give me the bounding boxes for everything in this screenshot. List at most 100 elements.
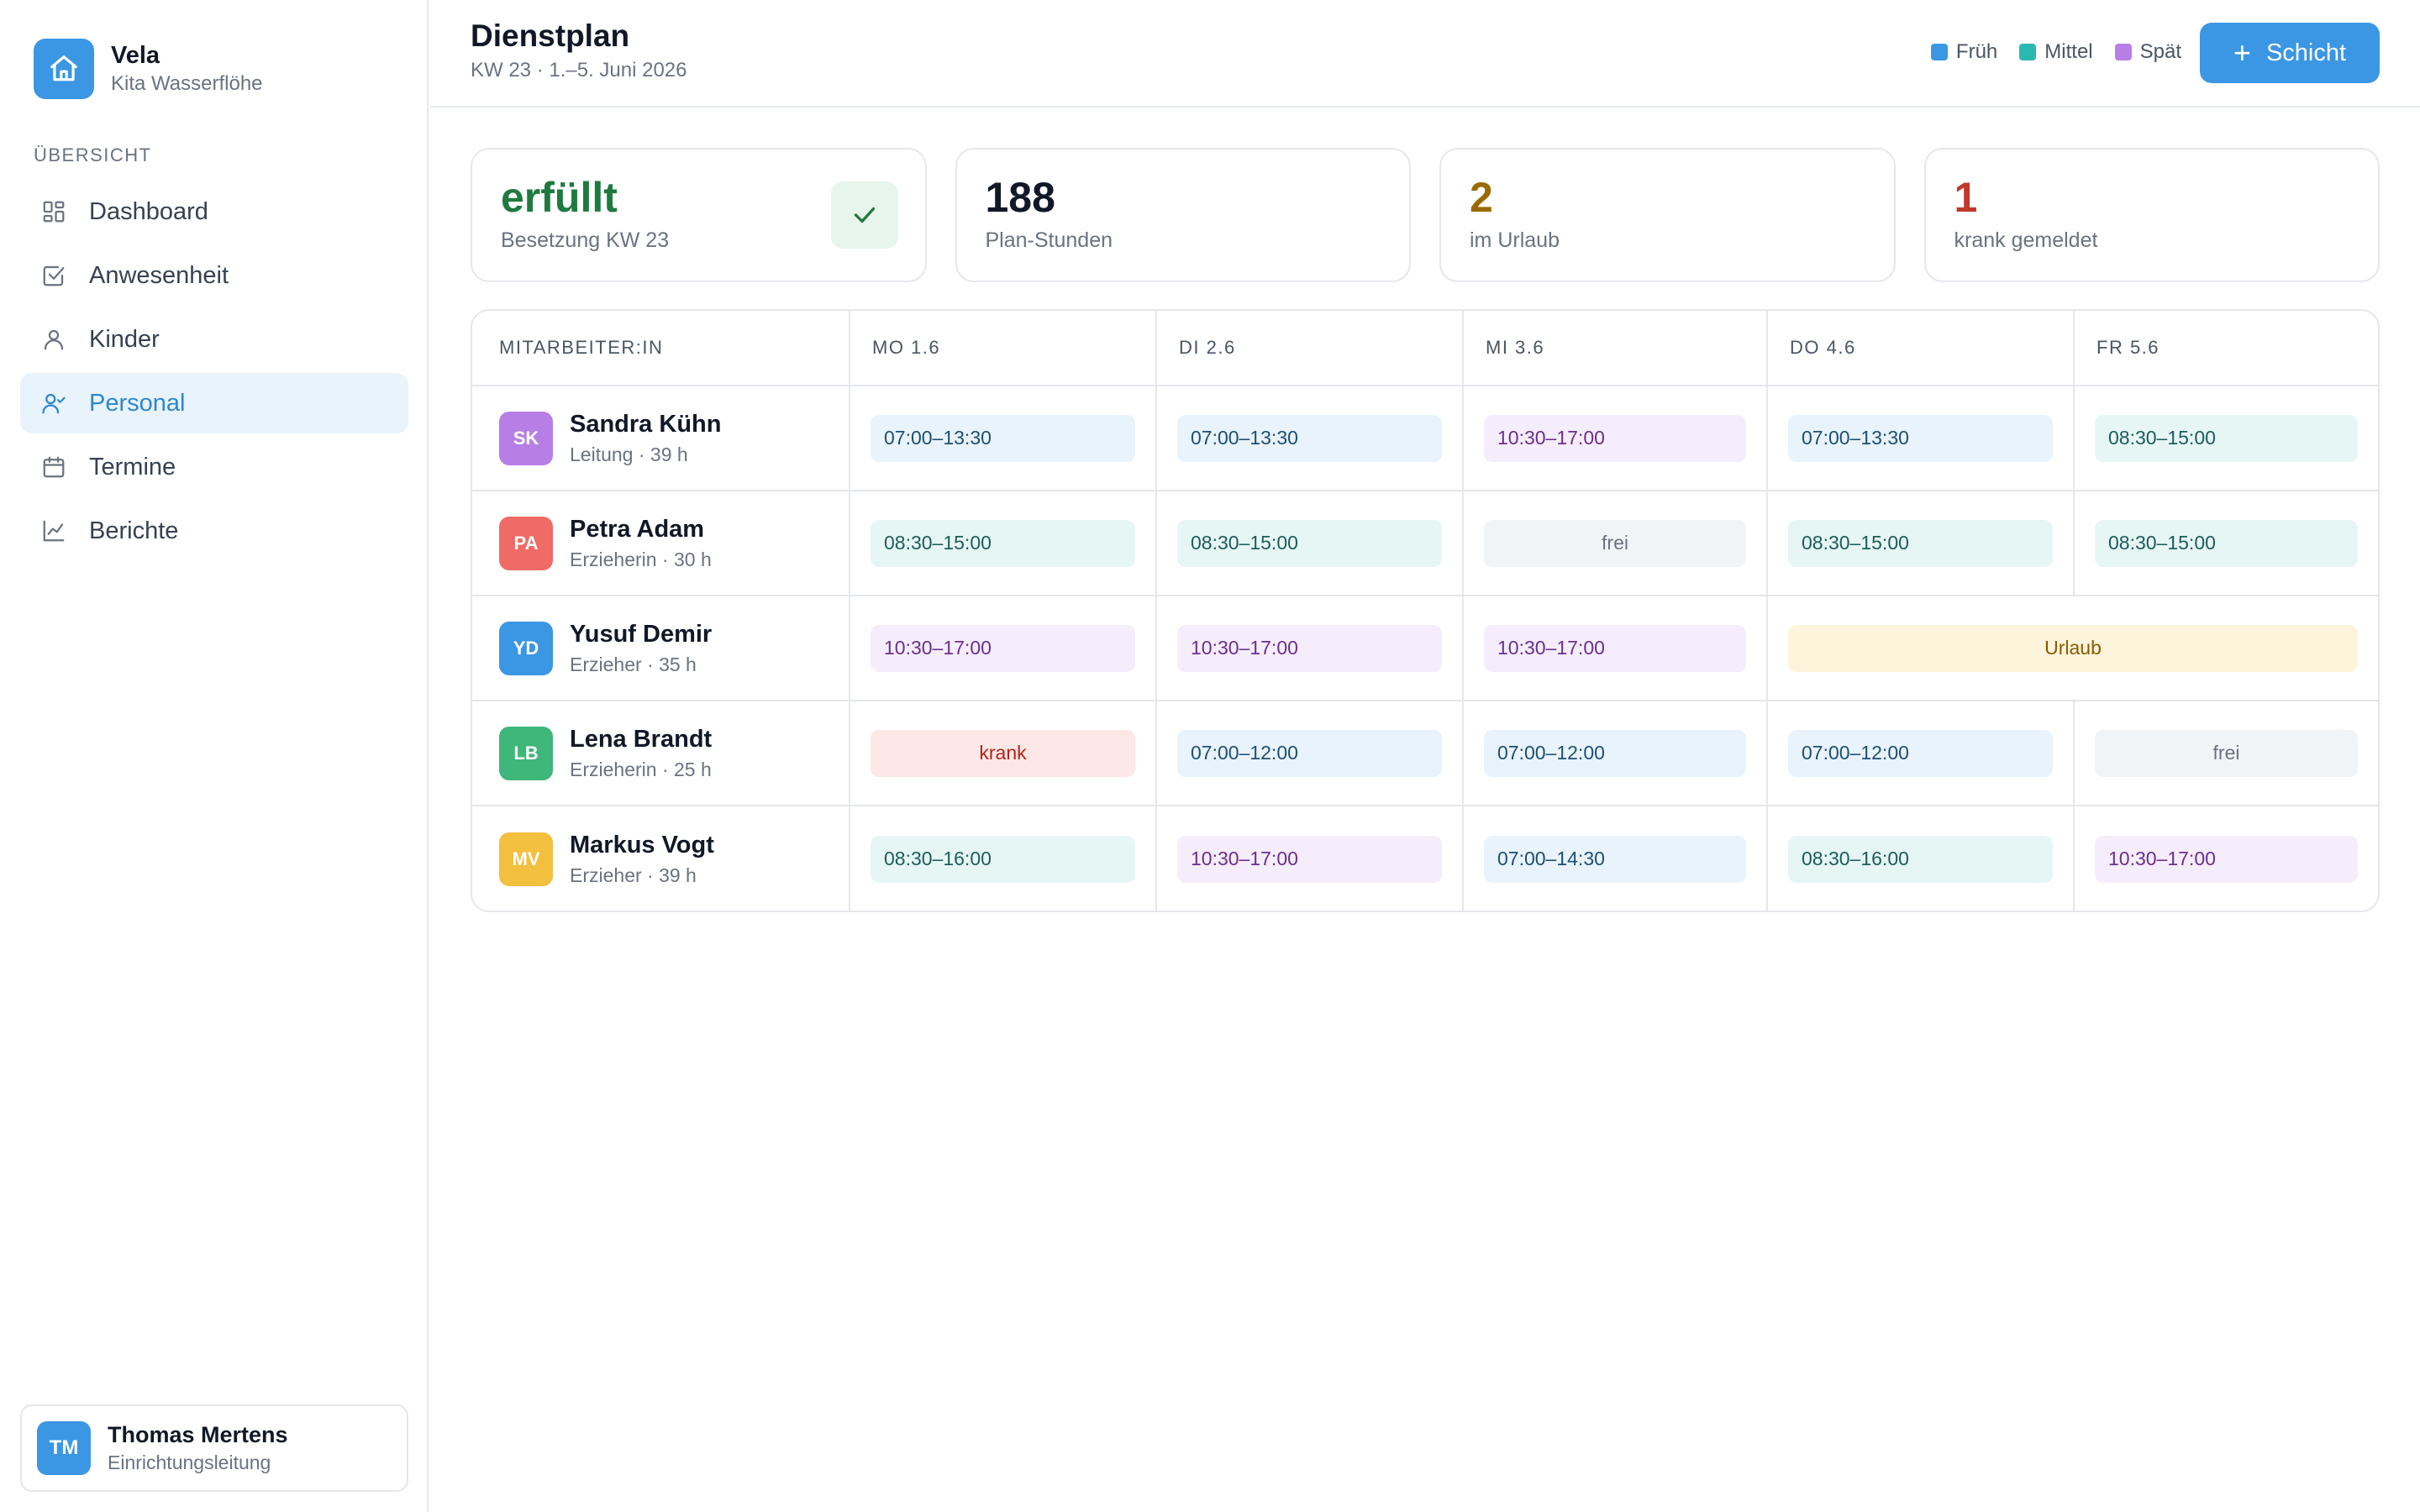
add-shift-button[interactable]: + Schicht [2200, 23, 2380, 83]
sidebar-item-label: Termine [89, 453, 176, 480]
legend-item-mittel: Mittel [2019, 40, 2093, 64]
user-name: Thomas Mertens [108, 1422, 288, 1447]
sidebar-item-berichte[interactable]: Berichte [20, 501, 408, 561]
nav-section-label: ÜBERSICHT [34, 144, 152, 165]
shift-pill[interactable]: 08:30–15:00 [2095, 414, 2358, 462]
shift-pill[interactable]: 10:30–17:00 [1484, 624, 1746, 672]
employee-name: Petra Adam [570, 515, 705, 543]
employee-name: Yusuf Demir [570, 620, 713, 648]
sidebar-item-kinder[interactable]: Kinder [20, 309, 408, 370]
vacation-pill[interactable]: Urlaub [1788, 624, 2358, 672]
user-role: Einrichtungsleitung [108, 1452, 271, 1473]
column-header: FR 5.6 [2096, 337, 2160, 358]
page-title: Dienstplan [471, 18, 630, 53]
legend-item-spat: Spät [2114, 40, 2181, 64]
legend-swatch [2114, 44, 2132, 60]
sidebar-item-label: Anwesenheit [89, 261, 229, 289]
shift-pill[interactable]: 08:30–15:00 [2095, 519, 2358, 567]
table-header-row: MITARBEITER:IN MO 1.6 DI 2.6 MI 3.6 DO 4… [472, 311, 2378, 386]
shift-pill[interactable]: 08:30–16:00 [871, 835, 1135, 883]
shift-pill[interactable]: 10:30–17:00 [2095, 835, 2358, 883]
employee-meta: Erzieher · 35 h [570, 653, 697, 675]
legend-item-fruh: Früh [1930, 40, 1997, 64]
sidebar-item-termine[interactable]: Termine [20, 437, 408, 497]
sidebar-item-personal[interactable]: Personal [20, 373, 408, 433]
page-subtitle: KW 23 · 1.–5. Juni 2026 [471, 59, 687, 81]
employee-cell[interactable]: PA Petra Adam Erzieherin · 30 h [472, 491, 850, 595]
brand-name: Vela [111, 42, 160, 69]
shift-pill[interactable]: frei [1484, 519, 1746, 567]
legend-label: Spät [2139, 40, 2181, 63]
shift-pill[interactable]: 10:30–17:00 [1177, 624, 1442, 672]
employee-cell[interactable]: SK Sandra Kühn Leitung · 39 h [472, 386, 850, 490]
avatar: TM [37, 1421, 91, 1475]
home-icon [34, 39, 94, 99]
sidebar-item-label: Berichte [89, 517, 179, 544]
kpi-label: Plan-Stunden [985, 228, 1113, 252]
schedule-table: MITARBEITER:IN MO 1.6 DI 2.6 MI 3.6 DO 4… [471, 309, 2380, 912]
calendar-icon [40, 454, 67, 480]
shift-cell: 08:30–15:00 [2075, 491, 2378, 595]
add-shift-label: Schicht [2265, 39, 2347, 66]
shift-cell: 07:00–12:00 [1464, 701, 1768, 805]
employee-cell[interactable]: LB Lena Brandt Erzieherin · 25 h [472, 701, 850, 805]
shift-pill[interactable]: 08:30–15:00 [871, 519, 1135, 567]
shift-pill[interactable]: 10:30–17:00 [1177, 835, 1442, 883]
shift-pill[interactable]: 07:00–14:30 [1484, 835, 1746, 883]
user-card[interactable]: TM Thomas Mertens Einrichtungsleitung [20, 1404, 408, 1492]
shift-cell: 08:30–15:00 [1768, 491, 2075, 595]
check-icon [830, 181, 898, 249]
shift-cell: 10:30–17:00 [1157, 596, 1464, 700]
plus-icon: + [2233, 35, 2251, 70]
kpi-value: 1 [1954, 174, 1978, 221]
sidebar-nav: Dashboard Anwesenheit Kinder Personal Te… [20, 181, 408, 564]
shift-cell: 07:00–13:30 [850, 386, 1157, 490]
shift-pill[interactable]: 07:00–12:00 [1177, 729, 1442, 777]
avatar: MV [499, 832, 553, 886]
kpi-card-besetzung: erfüllt Besetzung KW 23 [471, 148, 927, 282]
kpi-card-krank: 1 krank gemeldet [1923, 148, 2380, 282]
avatar: PA [499, 516, 553, 570]
shift-cell: 07:00–12:00 [1157, 701, 1464, 805]
table-row: YD Yusuf Demir Erzieher · 35 h 10:30–17:… [472, 596, 2378, 701]
table-row: MV Markus Vogt Erzieher · 39 h 08:30–16:… [472, 806, 2378, 911]
shift-pill[interactable]: 08:30–15:00 [1788, 519, 2053, 567]
shift-pill[interactable]: 07:00–13:30 [1177, 414, 1442, 462]
sidebar-item-label: Personal [89, 389, 186, 417]
shift-pill[interactable]: 07:00–12:00 [1788, 729, 2053, 777]
sidebar-item-label: Kinder [89, 325, 160, 353]
legend-label: Mittel [2044, 40, 2093, 63]
employee-cell[interactable]: YD Yusuf Demir Erzieher · 35 h [472, 596, 850, 700]
shift-pill[interactable]: 07:00–13:30 [1788, 414, 2053, 462]
table-row: SK Sandra Kühn Leitung · 39 h 07:00–13:3… [472, 386, 2378, 491]
avatar: YD [499, 621, 553, 675]
sidebar-item-anwesenheit[interactable]: Anwesenheit [20, 245, 408, 306]
shift-cell: 07:00–14:30 [1464, 806, 1768, 911]
legend-swatch [1930, 44, 1948, 60]
employee-cell[interactable]: MV Markus Vogt Erzieher · 39 h [472, 806, 850, 911]
shift-cell: 07:00–13:30 [1768, 386, 2075, 490]
shift-cell: Urlaub [1768, 596, 2378, 700]
checkbox-icon [40, 262, 67, 289]
brand[interactable]: Vela Kita Wasserflöhe [34, 39, 263, 99]
shift-pill[interactable]: 08:30–16:00 [1788, 835, 2053, 883]
column-header: DI 2.6 [1157, 311, 1464, 385]
shift-pill[interactable]: 07:00–12:00 [1484, 729, 1746, 777]
shift-cell: 10:30–17:00 [1464, 596, 1768, 700]
kpi-label: im Urlaub [1470, 228, 1560, 252]
kpi-value: 2 [1470, 174, 1493, 221]
shift-legend: Früh Mittel Spät [1909, 40, 2181, 64]
avatar: SK [499, 411, 553, 465]
shift-pill[interactable]: 07:00–13:30 [871, 414, 1135, 462]
page-header: Dienstplan KW 23 · 1.–5. Juni 2026 Früh … [430, 0, 2420, 108]
shift-pill[interactable]: 10:30–17:00 [871, 624, 1135, 672]
shift-pill[interactable]: frei [2095, 729, 2358, 777]
kpi-card-urlaub: 2 im Urlaub [1439, 148, 1896, 282]
shift-pill[interactable]: 10:30–17:00 [1484, 414, 1746, 462]
shift-pill[interactable]: 08:30–15:00 [1177, 519, 1442, 567]
shift-cell: 08:30–15:00 [2075, 386, 2378, 490]
employee-name: Lena Brandt [570, 725, 713, 753]
sidebar-item-dashboard[interactable]: Dashboard [20, 181, 408, 242]
column-header: MITARBEITER:IN [472, 311, 850, 385]
sick-pill[interactable]: krank [871, 729, 1135, 777]
